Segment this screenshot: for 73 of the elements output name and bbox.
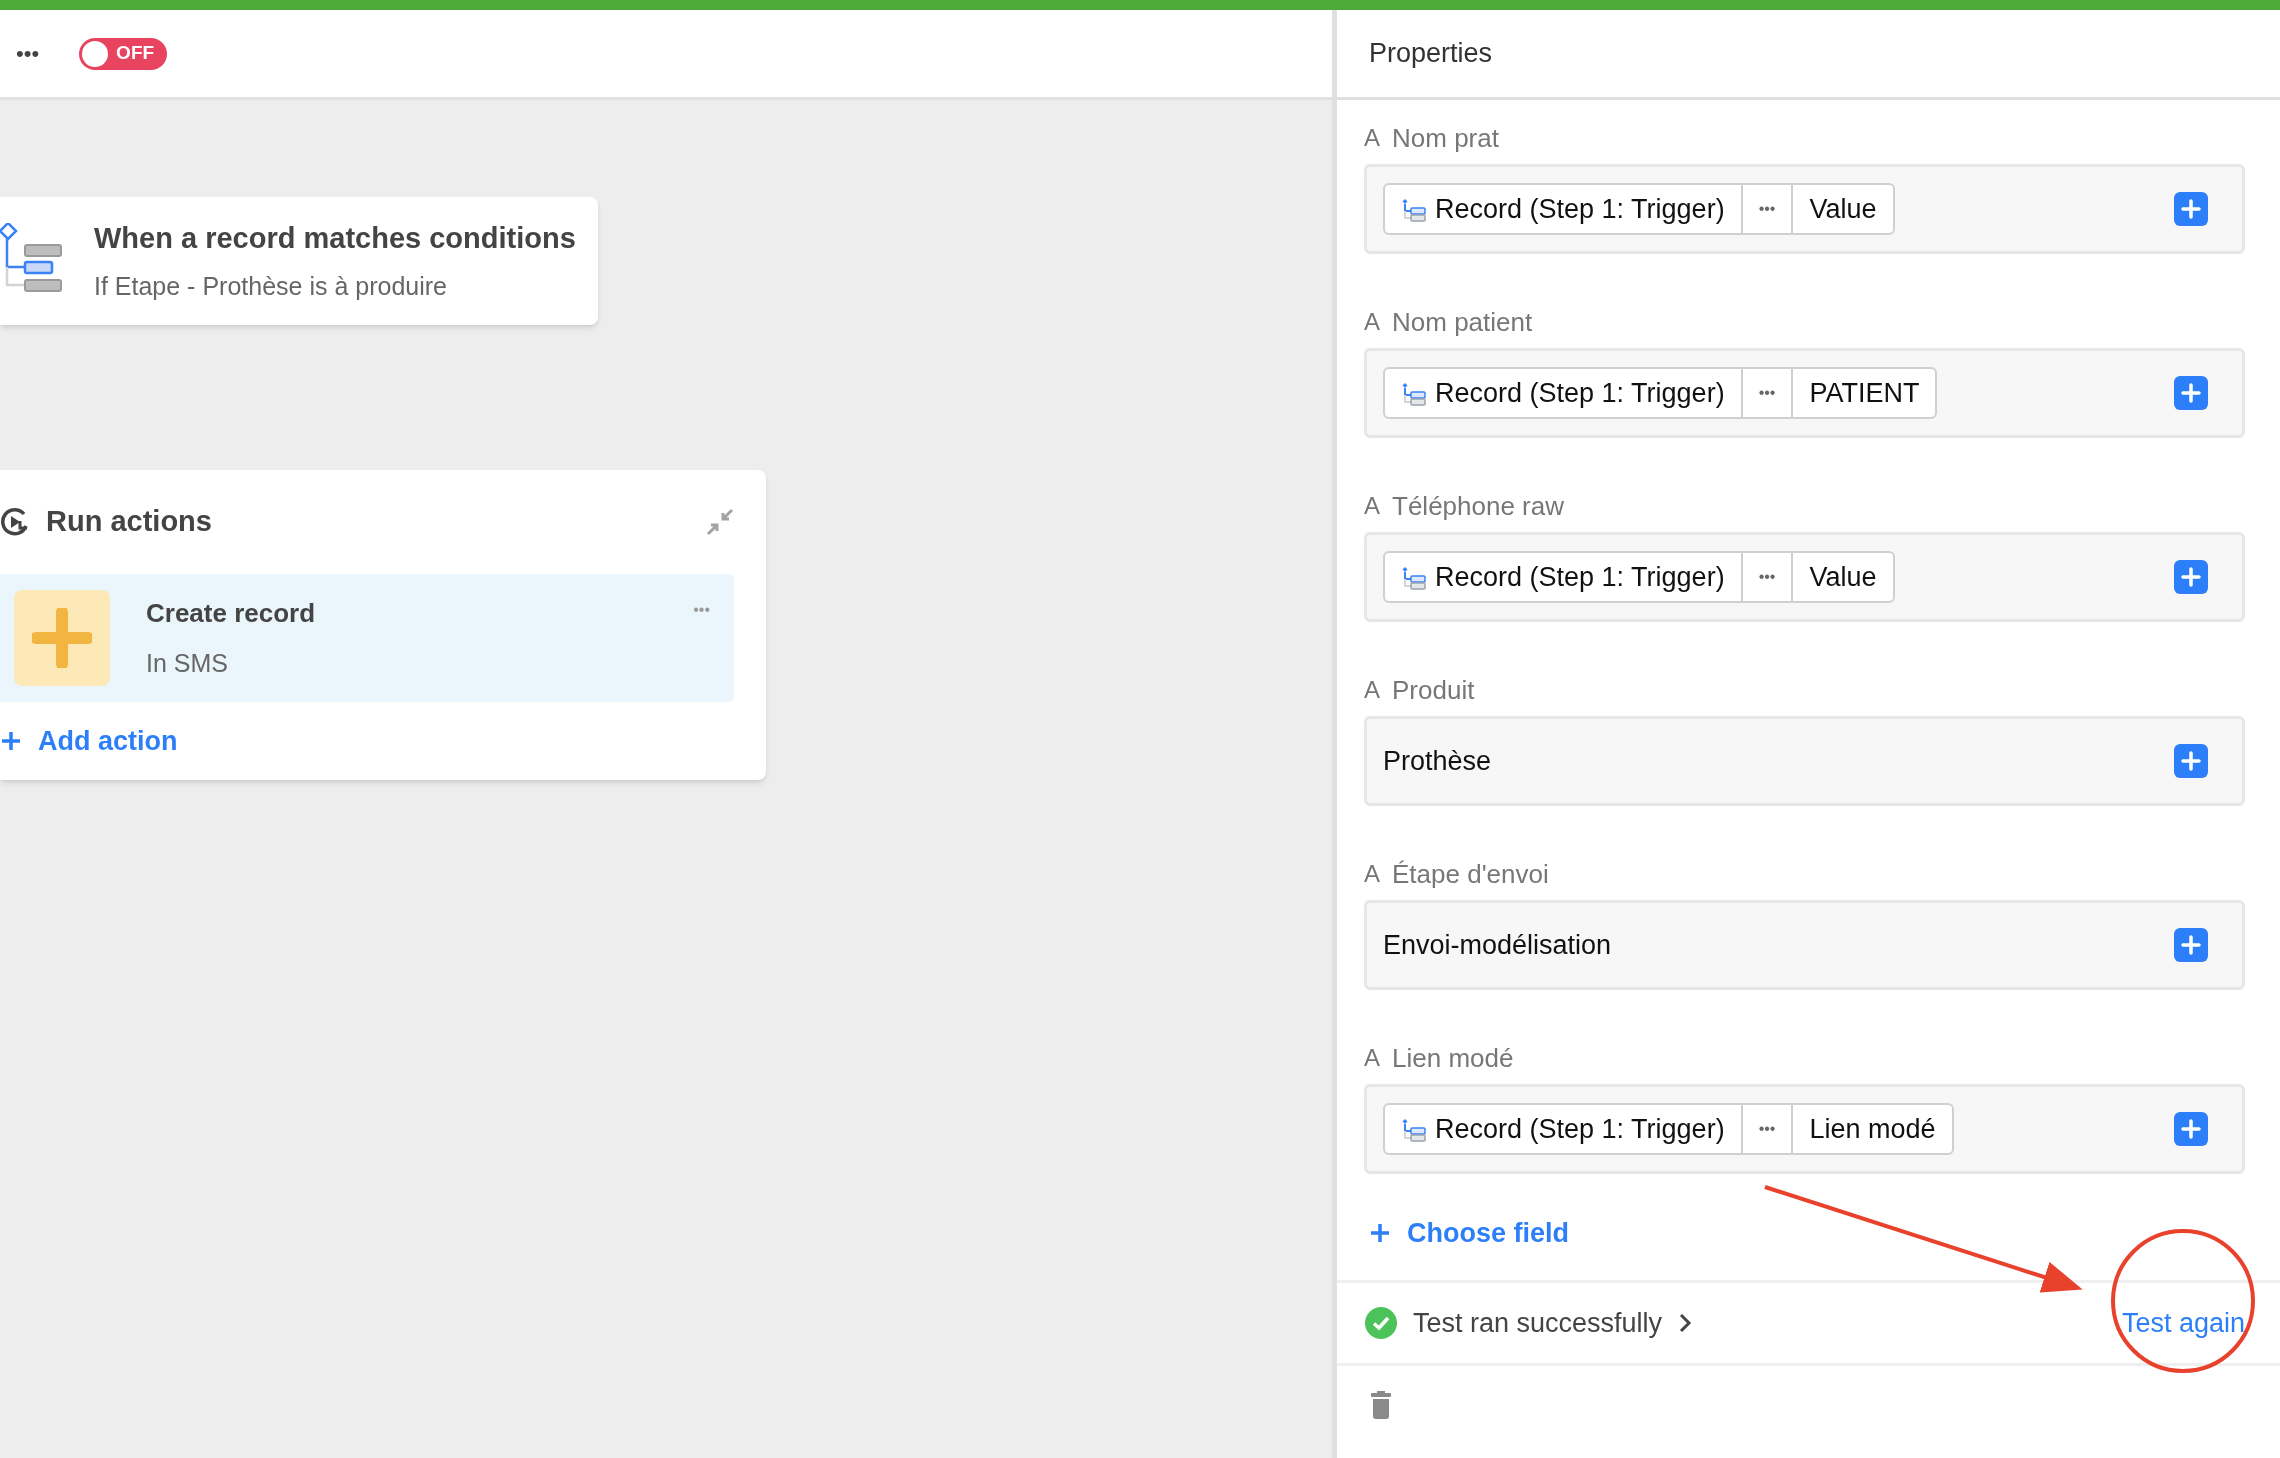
field-input[interactable]: Record (Step 1: Trigger) ••• Lien modé bbox=[1364, 1084, 2245, 1174]
add-value-button[interactable] bbox=[2174, 192, 2208, 226]
test-status-link[interactable]: Test ran successfully bbox=[1413, 1302, 1663, 1344]
plus-icon bbox=[2180, 566, 2202, 588]
plus-icon bbox=[2180, 198, 2202, 220]
token-source: Record (Step 1: Trigger) bbox=[1435, 1112, 1725, 1146]
chevron-right-icon[interactable] bbox=[1678, 1312, 1693, 1334]
token-value: Lien modé bbox=[1791, 1105, 1952, 1153]
token-value: Value bbox=[1791, 553, 1893, 601]
add-value-button[interactable] bbox=[2174, 928, 2208, 962]
field-label: Produit bbox=[1392, 673, 1475, 707]
add-action-link[interactable]: Add action bbox=[0, 702, 734, 780]
field-input[interactable]: Prothèse bbox=[1364, 716, 2245, 806]
create-record-icon bbox=[14, 590, 110, 686]
token-chip[interactable]: Record (Step 1: Trigger) ••• Lien modé bbox=[1383, 1103, 1954, 1155]
add-value-button[interactable] bbox=[2174, 560, 2208, 594]
plus-icon bbox=[2180, 382, 2202, 404]
token-chip[interactable]: Record (Step 1: Trigger) ••• Value bbox=[1383, 183, 1895, 235]
token-more[interactable]: ••• bbox=[1740, 1105, 1792, 1153]
field-value: Envoi-modélisation bbox=[1383, 928, 1612, 962]
field-label: Nom patient bbox=[1392, 305, 1533, 339]
plus-icon bbox=[0, 730, 22, 752]
trigger-condition: If Etape - Prothèse is à produire bbox=[94, 271, 448, 302]
add-value-button[interactable] bbox=[2174, 1112, 2208, 1146]
field-input[interactable]: Record (Step 1: Trigger) ••• Value bbox=[1364, 164, 2245, 254]
field-input[interactable]: Record (Step 1: Trigger) ••• PATIENT bbox=[1364, 348, 2245, 438]
token-more[interactable]: ••• bbox=[1740, 369, 1792, 417]
add-value-button[interactable] bbox=[2174, 376, 2208, 410]
record-tree-icon bbox=[1401, 380, 1427, 406]
record-tree-icon bbox=[1401, 1116, 1427, 1142]
trigger-card[interactable]: When a record matches conditions If Etape - Prothèse is à produire bbox=[0, 197, 598, 325]
record-tree-icon bbox=[1401, 196, 1427, 222]
plus-icon bbox=[1369, 1222, 1391, 1244]
test-again-link[interactable]: Test again bbox=[2121, 1302, 2245, 1344]
run-actions-title: Run actions bbox=[46, 504, 212, 540]
trigger-title: When a record matches conditions bbox=[94, 220, 576, 256]
action-title: Create record bbox=[146, 596, 317, 630]
token-more[interactable]: ••• bbox=[1740, 185, 1792, 233]
field-label: Lien modé bbox=[1392, 1041, 1514, 1075]
text-type-glyph: A bbox=[1364, 1043, 1380, 1073]
run-actions-icon bbox=[0, 506, 30, 538]
field-label: Téléphone raw bbox=[1392, 489, 1564, 523]
field-input[interactable]: Record (Step 1: Trigger) ••• Value bbox=[1364, 532, 2245, 622]
trash-icon[interactable] bbox=[1370, 1391, 1392, 1419]
text-type-glyph: A bbox=[1364, 491, 1380, 521]
plus-icon bbox=[2180, 750, 2202, 772]
token-source: Record (Step 1: Trigger) bbox=[1435, 192, 1725, 226]
panel-title: Properties bbox=[1369, 37, 1493, 71]
token-chip[interactable]: Record (Step 1: Trigger) ••• Value bbox=[1383, 551, 1895, 603]
field-label: Nom prat bbox=[1392, 121, 1499, 155]
token-chip[interactable]: Record (Step 1: Trigger) ••• PATIENT bbox=[1383, 367, 1938, 419]
record-tree-icon bbox=[1401, 564, 1427, 590]
plus-icon bbox=[2180, 934, 2202, 956]
action-item[interactable]: Create record In SMS ••• bbox=[0, 574, 734, 702]
token-source: Record (Step 1: Trigger) bbox=[1435, 376, 1725, 410]
token-value: Value bbox=[1791, 185, 1893, 233]
token-source: Record (Step 1: Trigger) bbox=[1435, 560, 1725, 594]
action-subtitle: In SMS bbox=[146, 647, 229, 679]
field-label: Étape d'envoi bbox=[1392, 857, 1549, 891]
text-type-glyph: A bbox=[1364, 675, 1380, 705]
choose-field-link[interactable]: Choose field bbox=[1369, 1204, 1569, 1262]
text-type-glyph: A bbox=[1364, 307, 1380, 337]
text-type-glyph: A bbox=[1364, 123, 1380, 153]
plus-icon bbox=[2180, 1118, 2202, 1140]
collapse-icon[interactable] bbox=[706, 508, 734, 536]
automation-toggle[interactable]: OFF bbox=[79, 37, 168, 70]
field-value: Prothèse bbox=[1383, 744, 1492, 778]
text-type-glyph: A bbox=[1364, 859, 1380, 889]
field-input[interactable]: Envoi-modélisation bbox=[1364, 900, 2245, 990]
add-value-button[interactable] bbox=[2174, 744, 2208, 778]
more-options-button[interactable]: ••• bbox=[16, 37, 40, 70]
token-more[interactable]: ••• bbox=[1740, 553, 1792, 601]
token-value: PATIENT bbox=[1791, 369, 1936, 417]
